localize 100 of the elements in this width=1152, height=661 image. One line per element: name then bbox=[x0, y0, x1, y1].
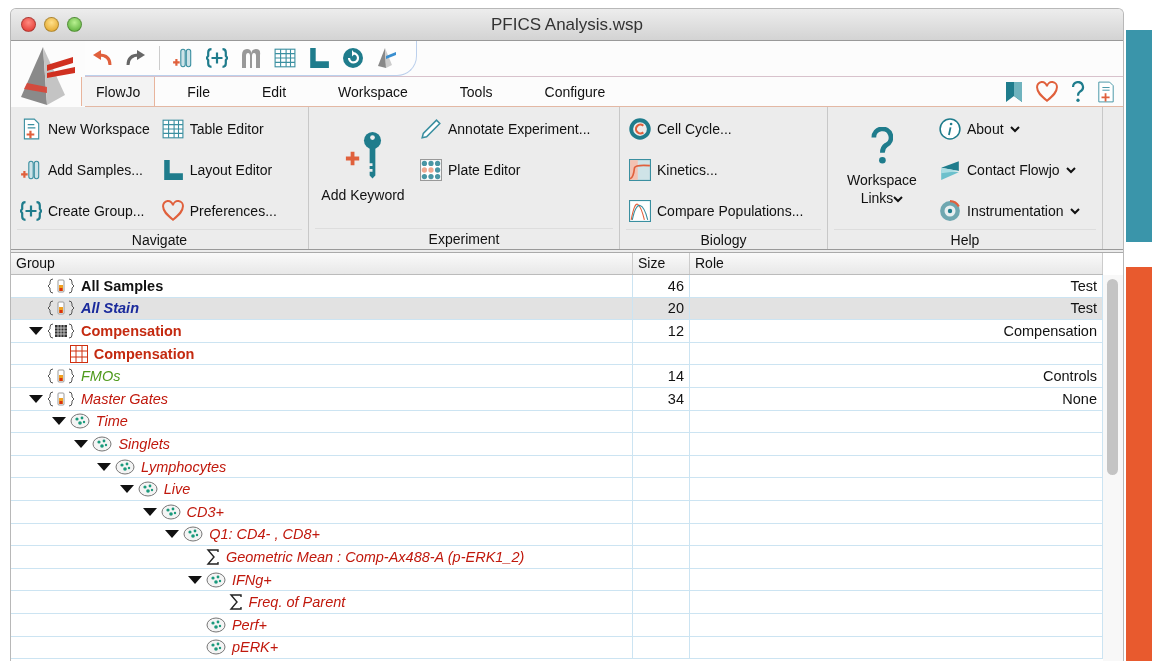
gate-icon bbox=[160, 503, 181, 520]
ribbon-button[interactable]: Table Editor bbox=[158, 111, 280, 147]
expanded-triangle-icon[interactable] bbox=[51, 416, 66, 427]
tree-row[interactable]: Geometric Mean : Comp-Ax488-A (p-ERK1_2) bbox=[11, 546, 1103, 569]
expanded-triangle-icon[interactable] bbox=[74, 438, 89, 449]
tree-row[interactable]: All Samples 46 Test bbox=[11, 275, 1103, 298]
tree-row[interactable]: FMOs 14 Controls bbox=[11, 365, 1103, 388]
expanded-triangle-icon[interactable] bbox=[29, 393, 43, 404]
test-tubes-icon bbox=[20, 159, 42, 181]
tree-row[interactable]: All Stain 20 Test bbox=[11, 297, 1103, 321]
ribbon-button[interactable]: Create Group... bbox=[17, 193, 153, 229]
heart-icon bbox=[161, 200, 184, 222]
role-value: Test bbox=[1070, 300, 1097, 317]
chevron-down-icon bbox=[1065, 166, 1076, 174]
expanded-triangle-icon[interactable] bbox=[29, 326, 43, 336]
group-label: Help bbox=[834, 229, 1096, 250]
row-name: Compensation bbox=[93, 345, 195, 362]
ribbon-button[interactable]: Contact Flowjo bbox=[936, 152, 1083, 188]
redo-icon[interactable] bbox=[125, 49, 147, 67]
help-icon[interactable] bbox=[1071, 80, 1085, 103]
group-label: Navigate bbox=[17, 229, 302, 250]
tree-row[interactable]: Time bbox=[11, 410, 1103, 434]
braces-plus-icon bbox=[206, 47, 228, 69]
row-name: Singlets bbox=[118, 435, 170, 452]
new-document-icon[interactable] bbox=[1097, 79, 1115, 104]
row-name: pERK+ bbox=[231, 639, 279, 656]
expanded-triangle-icon[interactable] bbox=[142, 506, 157, 517]
menu-tab[interactable]: FlowJo bbox=[81, 77, 156, 106]
ribbon-button[interactable]: Preferences... bbox=[158, 193, 280, 229]
tree-row[interactable]: Perf+ bbox=[11, 613, 1103, 637]
tree-row[interactable]: pERK+ bbox=[11, 636, 1103, 660]
ribbon-button[interactable]: New Workspace bbox=[17, 111, 153, 147]
size-value: 46 bbox=[667, 277, 684, 294]
expanded-triangle-icon[interactable] bbox=[97, 461, 112, 472]
expanded-triangle-icon[interactable] bbox=[165, 529, 180, 540]
menu-tab[interactable]: Edit bbox=[241, 77, 307, 106]
tree-row[interactable]: Compensation 12 Compensation bbox=[11, 320, 1103, 343]
tree-row[interactable]: Master Gates 34 None bbox=[11, 387, 1103, 411]
gate-icon bbox=[115, 458, 136, 475]
expanded-triangle-icon[interactable] bbox=[119, 484, 134, 495]
tree-row[interactable]: Q1: CD4- , CD8+ bbox=[11, 523, 1103, 547]
sigma-icon bbox=[228, 594, 243, 611]
tree-row[interactable]: CD3+ bbox=[11, 500, 1103, 524]
minimize-button[interactable] bbox=[44, 17, 59, 32]
info-icon bbox=[939, 118, 961, 140]
row-name: Time bbox=[95, 413, 128, 430]
histogram-overlay-icon bbox=[629, 200, 651, 222]
expanded-triangle-icon[interactable] bbox=[187, 574, 202, 585]
row-name: Q1: CD4- , CD8+ bbox=[209, 526, 320, 543]
ribbon-button[interactable]: Workspace Links bbox=[834, 111, 930, 223]
menu-tab[interactable]: Configure bbox=[524, 77, 626, 106]
ribbon-button[interactable]: Add Samples... bbox=[17, 152, 153, 188]
undo-icon[interactable] bbox=[91, 49, 113, 67]
column-header[interactable]: Group bbox=[11, 253, 633, 274]
close-button[interactable] bbox=[21, 17, 36, 32]
tree-row[interactable]: Singlets bbox=[11, 433, 1103, 456]
group-tube-icon bbox=[47, 300, 75, 317]
row-name: Geometric Mean : Comp-Ax488-A (p-ERK1_2) bbox=[225, 548, 525, 565]
row-name: Perf+ bbox=[231, 616, 267, 633]
ribbon-button[interactable]: Layout Editor bbox=[158, 152, 280, 188]
tree-row[interactable]: Compensation bbox=[11, 342, 1103, 366]
ribbon-button[interactable]: Add Keyword bbox=[315, 111, 411, 223]
role-value: None bbox=[1062, 390, 1097, 407]
table-icon bbox=[161, 118, 184, 140]
menu-tab[interactable]: File bbox=[167, 77, 230, 106]
ribbon-button[interactable]: Instrumentation bbox=[936, 193, 1083, 229]
row-name: Live bbox=[163, 481, 191, 498]
gate-icon bbox=[92, 435, 113, 452]
ribbon-button[interactable]: Annotate Experiment... bbox=[417, 111, 594, 147]
gate-icon bbox=[69, 413, 90, 430]
size-value: 34 bbox=[667, 390, 684, 407]
menu-tab[interactable]: Workspace bbox=[318, 77, 428, 106]
arch-icon[interactable] bbox=[240, 47, 262, 69]
tree-row[interactable]: IFNg+ bbox=[11, 568, 1103, 592]
tree-row[interactable]: Freq. of Parent bbox=[11, 591, 1103, 614]
row-name: All Samples bbox=[81, 277, 164, 294]
bookmark-icon[interactable] bbox=[1005, 80, 1023, 103]
tree-row[interactable]: Lymphocytes bbox=[11, 455, 1103, 479]
row-name: Lymphocytes bbox=[141, 458, 227, 475]
column-header[interactable]: Role bbox=[690, 253, 1103, 274]
ribbon-button[interactable]: About bbox=[936, 111, 1083, 147]
row-name: Freq. of Parent bbox=[248, 594, 346, 611]
scrollbar-thumb[interactable] bbox=[1107, 279, 1118, 475]
heart-icon[interactable] bbox=[1035, 80, 1059, 103]
ribbon-button[interactable]: Compare Populations... bbox=[626, 193, 807, 229]
ribbon-button[interactable]: Plate Editor bbox=[417, 152, 594, 188]
tree-row[interactable]: Live bbox=[11, 478, 1103, 501]
gate-icon bbox=[183, 526, 204, 543]
test-tubes-icon bbox=[172, 47, 194, 69]
zoom-button[interactable] bbox=[67, 17, 82, 32]
kinetics-chart-icon bbox=[629, 159, 651, 181]
ribbon-button[interactable]: Kinetics... bbox=[626, 152, 807, 188]
column-header[interactable]: Size bbox=[633, 253, 690, 274]
role-value: Test bbox=[1070, 277, 1097, 294]
role-value: Controls bbox=[1043, 368, 1097, 385]
ribbon-button[interactable]: Cell Cycle... bbox=[626, 111, 807, 147]
stacked-layers-icon bbox=[939, 159, 961, 181]
menu-tab[interactable]: Tools bbox=[439, 77, 513, 106]
pyramid-icon[interactable] bbox=[376, 47, 398, 69]
gauge-icon bbox=[939, 200, 961, 222]
